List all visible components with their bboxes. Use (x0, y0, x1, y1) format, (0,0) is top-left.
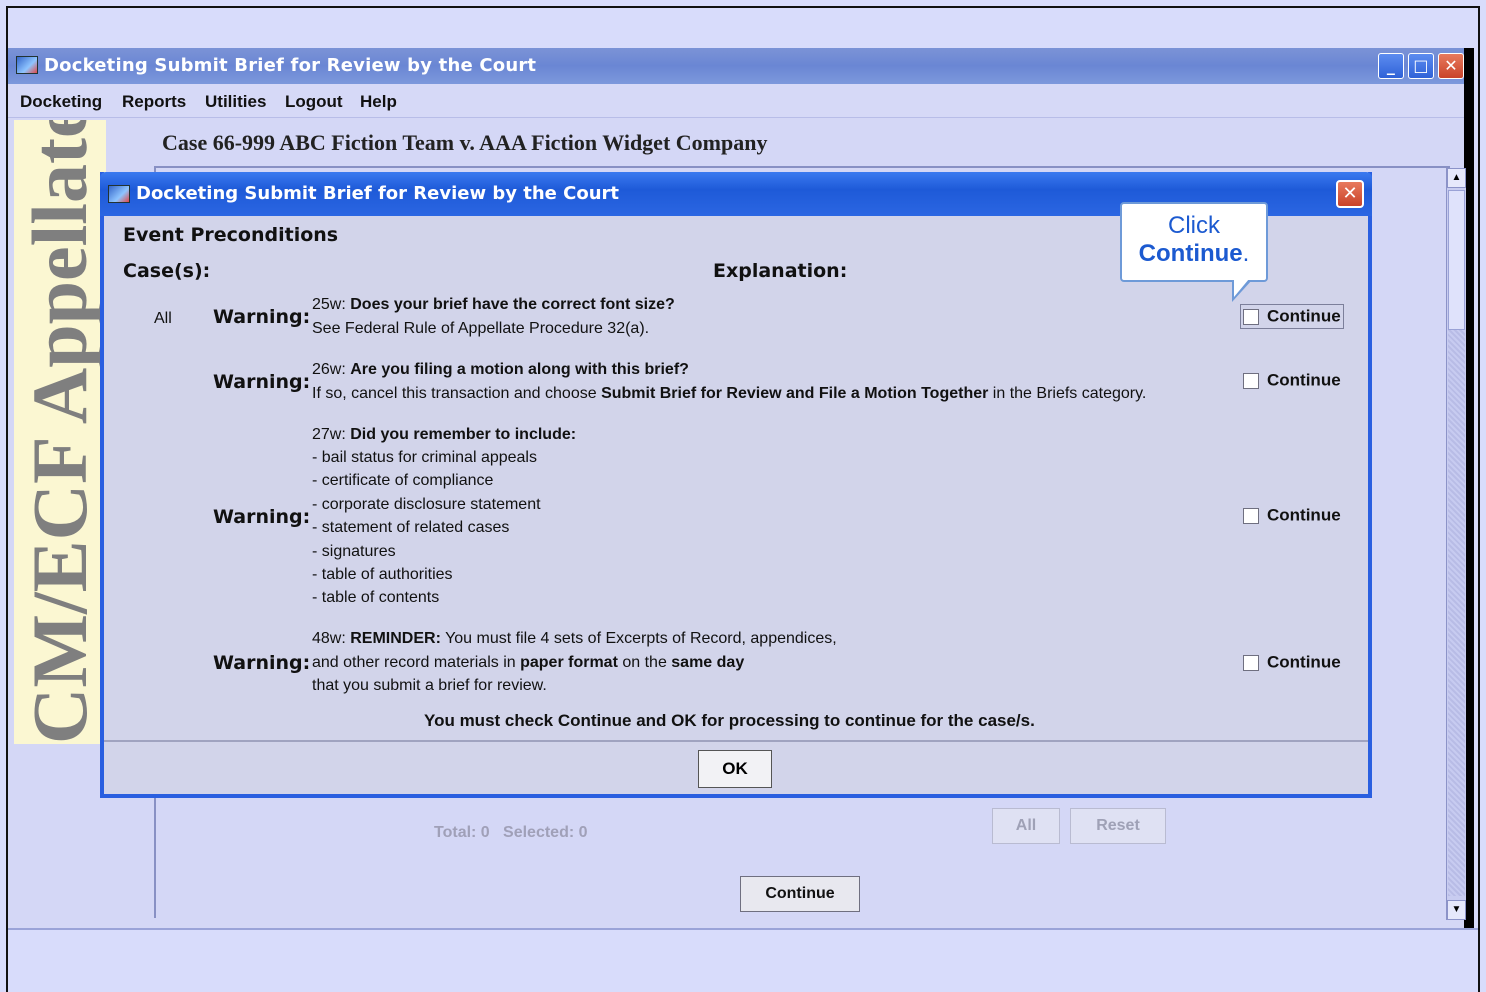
case-value: All (154, 310, 172, 327)
vertical-scrollbar[interactable]: ▲ ▼ (1446, 168, 1466, 920)
case-header: Case 66-999 ABC Fiction Team v. AAA Fict… (162, 130, 768, 155)
continue-button[interactable]: Continue (740, 876, 860, 912)
warning-48w-detail: and other record materials in paper form… (312, 654, 745, 671)
ok-button[interactable]: OK (698, 750, 772, 788)
reset-button[interactable]: Reset (1070, 808, 1166, 844)
scroll-up-icon[interactable]: ▲ (1447, 168, 1466, 188)
warning-label: Warning: (213, 306, 311, 328)
checklist-item: - signatures (312, 543, 396, 560)
tutorial-callout: Click Continue. (1120, 202, 1268, 282)
continue-checkbox-48w[interactable]: Continue (1243, 652, 1341, 673)
scroll-thumb[interactable] (1448, 190, 1465, 330)
dialog-footer: OK (104, 740, 1368, 794)
side-banner: CM/ECF Appellate (14, 120, 106, 744)
callout-pointer-fill (1234, 279, 1249, 297)
warning-48w-detail-2: that you submit a brief for review. (312, 677, 547, 694)
checklist-item: - table of authorities (312, 566, 453, 583)
dialog-close-icon[interactable]: ✕ (1336, 180, 1364, 208)
checklist-item: - bail status for criminal appeals (312, 449, 537, 466)
checkbox-icon[interactable] (1243, 654, 1259, 671)
close-icon[interactable]: ✕ (1438, 53, 1464, 79)
footer-note: You must check Continue and OK for proce… (424, 711, 1035, 730)
menubar: Docketing Reports Utilities Logout Help (8, 84, 1464, 118)
scroll-track[interactable] (1448, 330, 1465, 896)
checklist-item: - table of contents (312, 589, 440, 606)
cases-header: Case(s): (123, 260, 211, 282)
explanation-header: Explanation: (713, 260, 848, 282)
warning-label: Warning: (213, 652, 311, 674)
checklist-item: - corporate disclosure statement (312, 496, 541, 513)
warning-26w-detail: If so, cancel this transaction and choos… (312, 385, 1147, 402)
dialog-title: Docketing Submit Brief for Review by the… (136, 183, 620, 204)
warning-26w-title: 26w: Are you filing a motion along with … (312, 361, 689, 378)
warning-27w-title: 27w: Did you remember to include: (312, 426, 577, 443)
menu-docketing[interactable]: Docketing (20, 92, 102, 112)
event-preconditions-heading: Event Preconditions (123, 224, 339, 246)
continue-checkbox-27w[interactable]: Continue (1243, 505, 1341, 526)
warning-25w-title: 25w: Does your brief have the correct fo… (312, 296, 675, 313)
warning-25w-detail: See Federal Rule of Appellate Procedure … (312, 320, 650, 337)
menu-logout[interactable]: Logout (285, 92, 343, 112)
total-selected-label: Total: 0 Selected: 0 (434, 824, 588, 841)
checkbox-icon[interactable] (1243, 308, 1259, 325)
callout-line-1: Click (1168, 212, 1220, 239)
side-banner-text: CM/ECF Appellate (16, 120, 103, 744)
main-window-title: Docketing Submit Brief for Review by the… (44, 55, 537, 76)
warning-48w-title: 48w: REMINDER: You must file 4 sets of E… (312, 630, 837, 647)
maximize-icon[interactable]: □ (1408, 53, 1434, 79)
checklist-item: - certificate of compliance (312, 472, 494, 489)
warning-label: Warning: (213, 506, 311, 528)
taskbar-strip (8, 928, 1478, 992)
checklist-item: - statement of related cases (312, 519, 510, 536)
checkbox-icon[interactable] (1243, 507, 1259, 524)
main-titlebar[interactable]: Docketing Submit Brief for Review by the… (8, 48, 1464, 84)
dialog-body: Event Preconditions Case(s): Explanation… (104, 216, 1368, 784)
app-icon (16, 56, 38, 74)
menu-help[interactable]: Help (360, 92, 397, 112)
menu-utilities[interactable]: Utilities (205, 92, 266, 112)
callout-line-2: Continue. (1138, 240, 1250, 267)
warning-label: Warning: (213, 371, 311, 393)
menu-reports[interactable]: Reports (122, 92, 186, 112)
continue-checkbox-25w[interactable]: Continue (1240, 304, 1344, 329)
continue-checkbox-26w[interactable]: Continue (1243, 370, 1341, 391)
checkbox-icon[interactable] (1243, 372, 1259, 389)
all-button[interactable]: All (992, 808, 1060, 844)
dialog-app-icon (108, 185, 130, 203)
scroll-down-icon[interactable]: ▼ (1447, 900, 1466, 920)
minimize-icon[interactable]: _ (1378, 53, 1404, 79)
